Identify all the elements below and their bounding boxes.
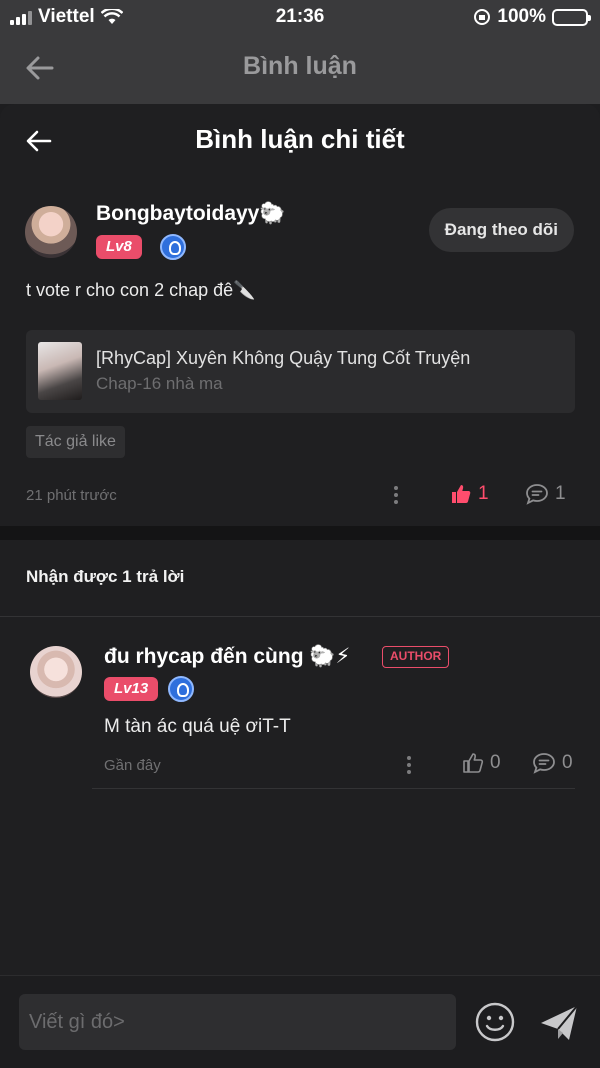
more-options-icon[interactable] bbox=[406, 756, 412, 776]
like-button[interactable]: 0 bbox=[462, 752, 501, 774]
status-bar: Viettel 21:36 100% bbox=[0, 0, 600, 34]
divider bbox=[92, 788, 575, 789]
thumbs-up-icon bbox=[452, 485, 471, 503]
like-count: 1 bbox=[478, 483, 489, 504]
reply-count: 1 bbox=[555, 483, 566, 504]
comment-input[interactable] bbox=[19, 994, 456, 1050]
section-divider bbox=[0, 526, 600, 540]
like-count: 0 bbox=[490, 752, 501, 773]
divider bbox=[0, 616, 600, 617]
author-badge: AUTHOR bbox=[382, 646, 450, 668]
reply-count-button[interactable]: 1 bbox=[525, 483, 566, 505]
story-thumbnail bbox=[38, 342, 82, 400]
background-title: Bình luận bbox=[243, 52, 357, 80]
story-card[interactable]: [RhyCap] Xuyên Không Quậy Tung Cốt Truyệ… bbox=[26, 330, 575, 413]
thumbs-up-icon bbox=[463, 753, 484, 773]
story-chapter: Chap-16 nhà ma bbox=[96, 374, 223, 393]
level-badge: Lv13 bbox=[104, 677, 159, 701]
following-button[interactable]: Đang theo dõi bbox=[428, 208, 574, 252]
background-header: Bình luận bbox=[0, 34, 600, 104]
reply-username[interactable]: đu rhycap đến cùng 🐑⚡ bbox=[104, 644, 350, 669]
emoji-icon[interactable] bbox=[474, 1001, 516, 1043]
comment-icon bbox=[526, 484, 548, 505]
reply-text: M tàn ác quá uệ ơiT-T bbox=[104, 716, 291, 737]
avatar[interactable] bbox=[25, 206, 77, 258]
replies-header: Nhận được 1 trả lời bbox=[26, 567, 185, 586]
comment-icon bbox=[533, 753, 555, 774]
medal-icon bbox=[168, 676, 194, 702]
story-title: [RhyCap] Xuyên Không Quậy Tung Cốt Truyệ… bbox=[96, 348, 471, 368]
medal-icon bbox=[160, 234, 186, 260]
battery-icon bbox=[552, 8, 591, 26]
like-button[interactable]: 1 bbox=[450, 483, 489, 505]
reply-count-button[interactable]: 0 bbox=[532, 752, 573, 774]
composer-bar bbox=[0, 975, 600, 1068]
comment-username[interactable]: Bongbaytoidayy🐑 bbox=[96, 202, 286, 226]
comment-detail-sheet: Bình luận chi tiết Bongbaytoidayy🐑 Lv8 Đ… bbox=[0, 104, 600, 1068]
author-liked-tag: Tác giả like bbox=[26, 426, 125, 458]
avatar[interactable] bbox=[30, 646, 82, 698]
comment-text: t vote r cho con 2 chap đê🔪 bbox=[26, 280, 256, 300]
reply-count: 0 bbox=[562, 752, 573, 773]
status-right: 100% bbox=[473, 6, 591, 28]
level-badge: Lv8 bbox=[96, 235, 142, 259]
comment-time: 21 phút trước bbox=[26, 487, 117, 504]
send-icon[interactable] bbox=[538, 1002, 580, 1044]
reply-time: Gần đây bbox=[104, 757, 161, 774]
more-options-icon[interactable] bbox=[393, 486, 399, 506]
orientation-lock-icon bbox=[474, 9, 491, 25]
battery-percent: 100% bbox=[497, 6, 546, 27]
page-title: Bình luận chi tiết bbox=[195, 124, 405, 154]
